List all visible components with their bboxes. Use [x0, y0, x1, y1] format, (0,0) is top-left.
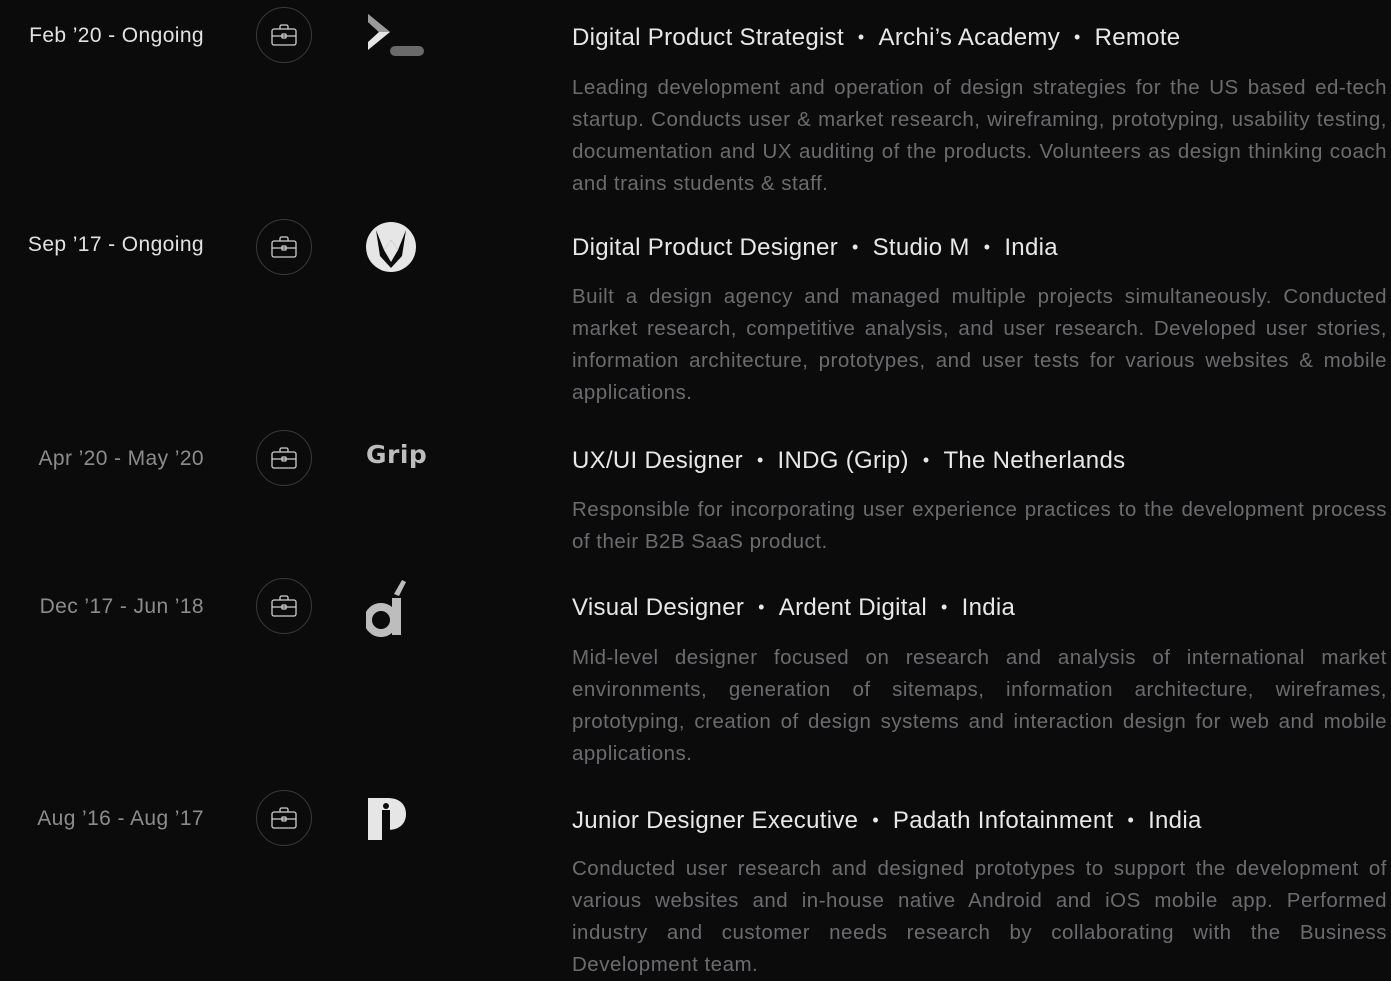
experience-description: Built a design agency and managed multip…	[572, 285, 1387, 404]
experience-date: Sep ’17 - Ongoing	[27, 233, 204, 256]
role-title: Visual Designer	[572, 594, 745, 621]
briefcase-icon	[256, 790, 312, 846]
location: India	[1004, 234, 1058, 261]
experience-description: Responsible for incorporating user exper…	[572, 498, 1387, 553]
experience-description: Leading development and operation of des…	[572, 76, 1387, 195]
role-title: UX/UI Designer	[572, 447, 743, 474]
role-title: Junior Designer Executive	[572, 807, 859, 834]
experience-title: Visual Designer • Ardent Digital • India	[572, 594, 1016, 621]
experience-description: Conducted user research and designed pro…	[572, 857, 1387, 976]
company-name: Archi’s Academy	[878, 24, 1060, 51]
ardent-digital-logo	[364, 578, 426, 637]
briefcase-icon	[256, 219, 312, 275]
role-title: Digital Product Strategist	[572, 24, 844, 51]
company-name: Padath Infotainment	[892, 807, 1114, 834]
grip-logo: Grip	[366, 440, 428, 496]
experience-title: Digital Product Designer • Studio M • India	[572, 234, 1058, 261]
location: India	[1148, 807, 1202, 834]
role-title: Digital Product Designer	[572, 234, 838, 261]
padath-logo	[366, 796, 426, 852]
briefcase-icon	[256, 7, 312, 63]
experience-title: Digital Product Strategist • Archi’s Acade…	[572, 24, 1181, 51]
company-name: Studio M	[872, 234, 970, 261]
studio-m-logo	[366, 220, 426, 276]
experience-description: Mid-level designer focused on research a…	[572, 646, 1387, 765]
experience-date: Feb ’20 - Ongoing	[29, 24, 204, 47]
location: Remote	[1094, 24, 1181, 51]
experience-date: Aug ’16 - Aug ’17	[37, 807, 204, 830]
archis-academy-logo	[366, 10, 426, 66]
experience-date: Dec ’17 - Jun ’18	[39, 595, 204, 618]
experience-title: UX/UI Designer • INDG (Grip) • The Netherlan…	[572, 447, 1126, 474]
experience-date: Apr ’20 - May ’20	[38, 447, 204, 470]
company-name: Ardent Digital	[778, 594, 928, 621]
location: The Netherlands	[943, 447, 1126, 474]
company-name: INDG (Grip)	[777, 447, 909, 474]
grip-logo-text: Grip	[366, 440, 428, 469]
briefcase-icon	[256, 430, 312, 486]
location: India	[961, 594, 1016, 621]
experience-title: Junior Designer Executive • Padath Infotai…	[572, 807, 1202, 834]
briefcase-icon	[256, 578, 312, 634]
